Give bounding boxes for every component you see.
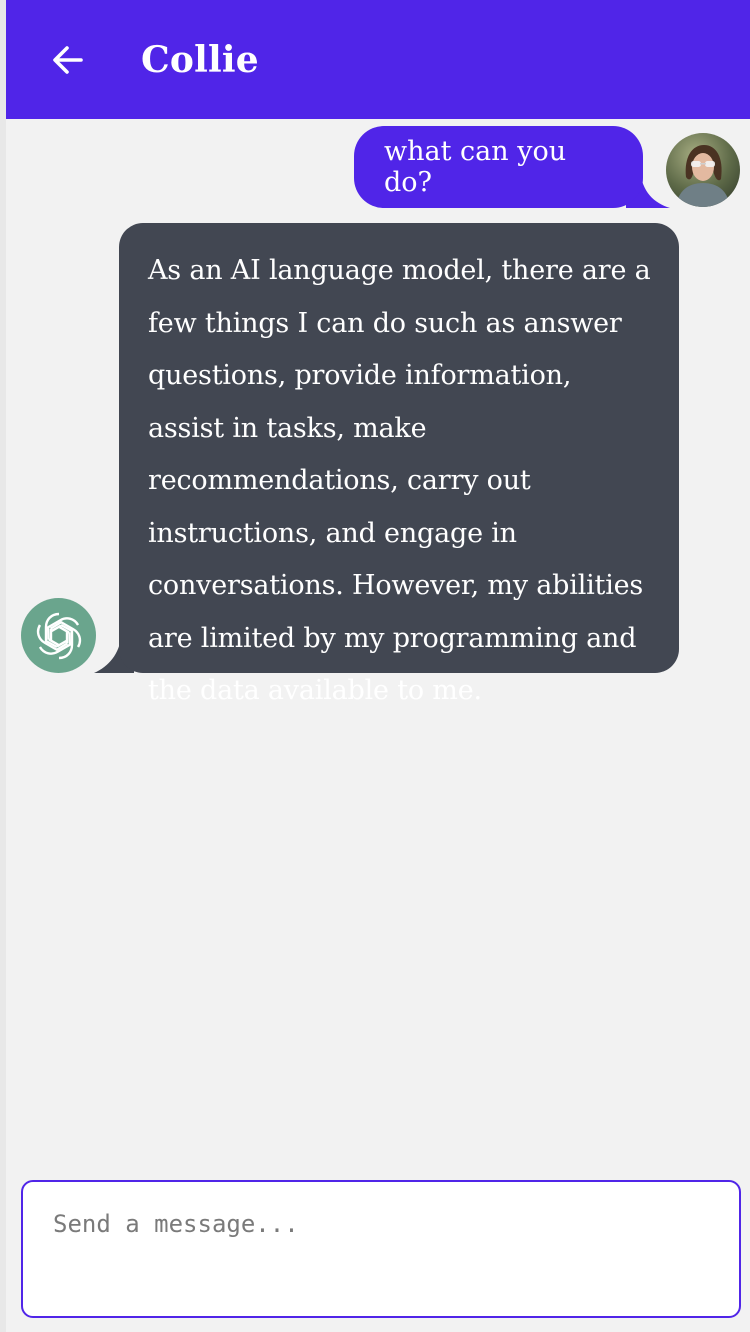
arrow-left-icon xyxy=(53,46,83,74)
chat-app: Collie what can you do? As an AI languag… xyxy=(6,0,750,1332)
openai-logo-icon xyxy=(21,598,96,673)
assistant-message-bubble: As an AI language model, there are a few… xyxy=(119,223,679,706)
user-message-text: what can you do? xyxy=(384,136,567,198)
page-title: Collie xyxy=(141,39,259,81)
message-input[interactable] xyxy=(21,1180,741,1318)
user-message-bubble: what can you do? xyxy=(354,126,643,208)
assistant-message-text: As an AI language model, there are a few… xyxy=(148,255,651,706)
app-header: Collie xyxy=(6,0,750,119)
user-photo-avatar xyxy=(666,133,740,207)
back-button[interactable] xyxy=(46,38,90,82)
